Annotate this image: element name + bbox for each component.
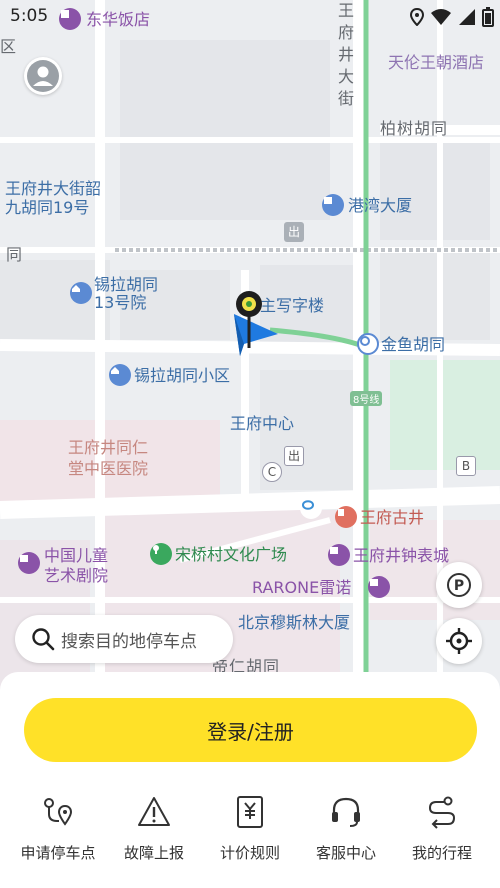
road-label-baishu: 柏树胡同 (380, 119, 449, 138)
poi-label-xila-xiaoqu: 锡拉胡同小区 (134, 366, 231, 385)
poi-label-songqiao: 宋桥村文化广场 (175, 545, 288, 564)
poi-shop-icon (368, 576, 390, 598)
apply-parking-spot-label: 申请停车点 (20, 844, 96, 862)
poi-label-muslim: 北京穆斯林大厦 (238, 613, 351, 632)
report-fault-button[interactable]: 故障上报 (109, 792, 199, 872)
exit-icon: 出 (284, 446, 304, 466)
poi-label-ertong-2: 艺术剧院 (44, 566, 109, 585)
poi-label-wangfu-gujing: 王府古井 (360, 508, 425, 527)
parking-exit-icon: 出 (284, 222, 304, 242)
poi-label-tongren-1: 王府井同仁 (68, 438, 149, 457)
quick-actions-bar: 申请停车点 故障上报 计价规则 客服中心 我的行程 (0, 792, 500, 872)
current-location-marker (234, 291, 278, 356)
poi-label-tongren-2: 堂中医医院 (68, 459, 149, 478)
bottom-sheet: 登录/注册 申请停车点 故障上报 计价规则 客服中心 我的行程 (0, 672, 500, 888)
map-view[interactable]: 王府井大街 东华饭店 区 天伦王朝酒店 柏树胡同 王府井大街韶 九胡同19号 港… (0, 0, 500, 690)
report-fault-label: 故障上报 (123, 844, 184, 862)
crosshair-icon (446, 628, 472, 654)
poi-park-icon (150, 543, 172, 565)
warning-icon (138, 797, 170, 826)
login-register-button[interactable]: 登录/注册 (24, 698, 477, 762)
poi-label-ertong-1: 中国儿童 (44, 546, 109, 565)
poi-label-zhongbiao: 王府井钟表城 (353, 546, 450, 565)
poi-building-icon (322, 194, 344, 216)
customer-service-button[interactable]: 客服中心 (301, 792, 391, 872)
parking-icon: P (447, 573, 471, 597)
china-mobile-icon (300, 497, 322, 519)
status-time: 5:05 (10, 6, 49, 26)
map-label-jiuhutong: 九胡同19号 (5, 198, 90, 217)
poi-label-wangfu-center: 王府中心 (230, 414, 295, 433)
parking-spots-button[interactable]: P (436, 562, 482, 608)
svg-text:P: P (454, 578, 464, 594)
trip-route-icon (428, 796, 456, 829)
my-trips-label: 我的行程 (411, 844, 472, 862)
metro-station-icon (357, 333, 379, 355)
price-doc-icon (237, 796, 263, 828)
poi-label-xila-13b: 13号院 (94, 293, 147, 312)
locate-me-button[interactable] (436, 618, 482, 664)
battery-icon (482, 7, 494, 27)
poi-residence-icon (70, 282, 92, 304)
poi-residence-icon (109, 364, 131, 386)
location-icon (410, 8, 424, 26)
status-bar: 5:05 (0, 0, 500, 34)
user-avatar-button[interactable] (24, 57, 62, 95)
poi-label-rarone: RARONE雷诺 (252, 578, 352, 597)
entrance-b-icon: B (456, 456, 476, 476)
wifi-icon (431, 9, 451, 25)
pricing-rules-button[interactable]: 计价规则 (205, 792, 295, 872)
map-label-tong: 同 (6, 245, 24, 264)
customer-service-label: 客服中心 (315, 844, 376, 862)
poi-label-jinyu: 金鱼胡同 (381, 335, 446, 354)
map-label-wangfujing-shao: 王府井大街韶 (5, 179, 102, 198)
my-trips-button[interactable]: 我的行程 (397, 792, 487, 872)
apply-parking-spot-button[interactable]: 申请停车点 (13, 792, 103, 872)
cellular-signal-icon (459, 9, 475, 25)
route-pin-icon (44, 798, 73, 826)
poi-label-tianlun: 天伦王朝酒店 (388, 53, 485, 72)
entrance-c-icon: C (262, 462, 282, 482)
user-avatar-icon (27, 60, 59, 92)
poi-label-gangwan: 港湾大厦 (348, 196, 413, 215)
search-destination-bar[interactable]: 搜索目的地停车点 (15, 615, 233, 663)
search-placeholder: 搜索目的地停车点 (61, 631, 197, 652)
search-icon (32, 628, 55, 651)
poi-landmark-icon (335, 506, 357, 528)
poi-shop-icon (328, 544, 350, 566)
headset-icon (332, 797, 360, 827)
metro-line-badge: 8号线 (350, 391, 383, 406)
poi-theater-icon (18, 552, 40, 574)
pricing-rules-label: 计价规则 (219, 844, 280, 862)
map-label-qu: 区 (0, 37, 18, 56)
